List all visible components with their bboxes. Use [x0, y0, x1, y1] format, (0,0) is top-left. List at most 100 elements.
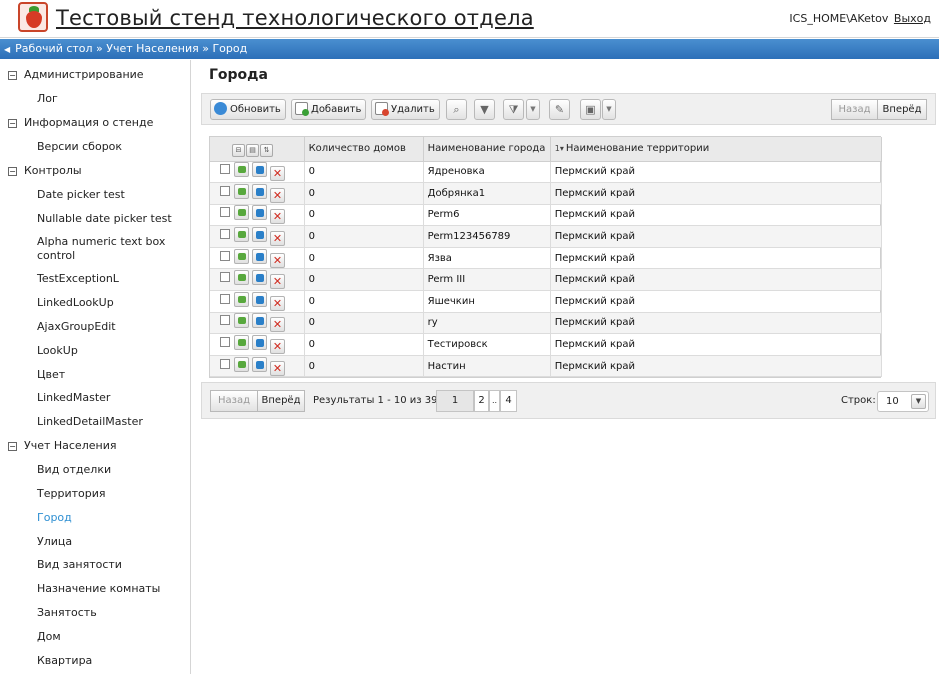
- sidebar-item-alpha-numeric-text-box[interactable]: Alpha numeric text box control: [37, 235, 185, 263]
- add-button[interactable]: Добавить: [291, 99, 367, 120]
- page-1-button[interactable]: 1: [436, 390, 474, 412]
- filter-settings-icon[interactable]: ⧩: [503, 99, 524, 120]
- row-checkbox[interactable]: [220, 164, 230, 175]
- edit-row-icon[interactable]: [234, 291, 249, 307]
- open-row-icon[interactable]: [252, 162, 267, 178]
- delete-row-icon[interactable]: ✕: [270, 339, 285, 355]
- column-header-city[interactable]: Наименование города: [423, 137, 551, 162]
- table-row[interactable]: ✕ 0 Perm III Пермский край: [210, 268, 883, 292]
- row-checkbox[interactable]: [220, 358, 230, 369]
- edit-row-icon[interactable]: [234, 335, 249, 351]
- table-row[interactable]: ✕ 0 Perm6 Пермский край: [210, 204, 883, 227]
- edit-row-icon[interactable]: [234, 313, 249, 329]
- delete-row-icon[interactable]: ✕: [270, 274, 285, 290]
- sidebar-group-population[interactable]: − Учет Населения: [8, 439, 116, 452]
- table-row[interactable]: ✕ 0 Язва Пермский край: [210, 247, 883, 270]
- open-row-icon[interactable]: [252, 356, 267, 372]
- select-all-icon[interactable]: ⊟: [232, 143, 245, 157]
- sidebar-item-lookup[interactable]: LookUp: [37, 344, 185, 358]
- row-checkbox[interactable]: [220, 315, 230, 326]
- delete-row-icon[interactable]: ✕: [270, 166, 285, 182]
- collapse-minus-icon[interactable]: −: [8, 119, 17, 128]
- sidebar-item-ajaxgroupedit[interactable]: AjaxGroupEdit: [37, 320, 185, 334]
- sidebar-item-log[interactable]: Лог: [37, 92, 185, 106]
- refresh-button[interactable]: Обновить: [210, 99, 286, 120]
- collapse-minus-icon[interactable]: −: [8, 167, 17, 176]
- export-dropdown-chevron-icon[interactable]: ▼: [602, 99, 616, 120]
- row-checkbox[interactable]: [220, 272, 230, 283]
- sidebar-item-house[interactable]: Дом: [37, 630, 185, 644]
- column-header-territory[interactable]: 1▾ Наименование территории: [550, 137, 883, 162]
- delete-row-icon[interactable]: ✕: [270, 187, 285, 203]
- delete-row-icon[interactable]: ✕: [270, 252, 285, 268]
- open-row-icon[interactable]: [252, 205, 267, 221]
- sidebar-group-controls[interactable]: − Контролы: [8, 164, 82, 177]
- sidebar-item-territory[interactable]: Территория: [37, 487, 185, 501]
- logout-link[interactable]: Выход: [894, 12, 931, 25]
- row-checkbox[interactable]: [220, 229, 230, 240]
- site-title[interactable]: Тестовый стенд технологического отдела: [56, 6, 534, 30]
- sidebar-item-build-versions[interactable]: Версии сборок: [37, 140, 185, 154]
- edit-row-icon[interactable]: [234, 270, 249, 286]
- open-row-icon[interactable]: [252, 291, 267, 307]
- page-2-button[interactable]: 2: [474, 390, 489, 412]
- sidebar-item-city[interactable]: Город: [37, 511, 185, 525]
- sidebar-group-admin[interactable]: − Администрирование: [8, 68, 144, 81]
- table-row[interactable]: ✕ 0 Добрянка1 Пермский край: [210, 182, 883, 205]
- table-row[interactable]: ✕ 0 Настин Пермский край: [210, 355, 883, 378]
- sidebar-item-linkedmaster[interactable]: LinkedMaster: [37, 391, 185, 405]
- collapse-minus-icon[interactable]: −: [8, 442, 17, 451]
- edit-row-icon[interactable]: [234, 356, 249, 372]
- export-icon[interactable]: ▣: [580, 99, 601, 120]
- sidebar-item-color[interactable]: Цвет: [37, 368, 185, 382]
- search-icon[interactable]: ⌕: [446, 99, 467, 120]
- open-row-icon[interactable]: [252, 183, 267, 199]
- filter-icon[interactable]: ▼: [474, 99, 495, 120]
- table-row[interactable]: ✕ 0 Perm123456789 Пермский край: [210, 225, 883, 248]
- delete-row-icon[interactable]: ✕: [270, 209, 285, 225]
- edit-row-icon[interactable]: [234, 162, 249, 178]
- sidebar-item-employment-type[interactable]: Вид занятости: [37, 558, 185, 572]
- row-checkbox[interactable]: [220, 293, 230, 304]
- table-row[interactable]: ✕ 0 Тестировск Пермский край: [210, 333, 883, 356]
- open-row-icon[interactable]: [252, 227, 267, 243]
- sidebar-group-info[interactable]: − Информация о стенде: [8, 116, 153, 129]
- filter-dropdown-chevron-icon[interactable]: ▼: [526, 99, 540, 120]
- sidebar-item-linkedlookup[interactable]: LinkedLookUp: [37, 296, 185, 310]
- row-checkbox[interactable]: [220, 337, 230, 348]
- open-row-icon[interactable]: [252, 248, 267, 264]
- toolbar-forward-button[interactable]: Вперёд: [877, 99, 927, 120]
- open-row-icon[interactable]: [252, 270, 267, 286]
- delete-row-icon[interactable]: ✕: [270, 317, 285, 333]
- open-row-icon[interactable]: [252, 335, 267, 351]
- table-row[interactable]: ✕ 0 Ядреновка Пермский край: [210, 161, 883, 184]
- sidebar-item-finish-type[interactable]: Вид отделки: [37, 463, 185, 477]
- delete-row-icon[interactable]: ✕: [270, 295, 285, 311]
- row-checkbox[interactable]: [220, 250, 230, 261]
- row-checkbox[interactable]: [220, 207, 230, 218]
- sidebar-item-apartment[interactable]: Квартира: [37, 654, 185, 668]
- edit-row-icon[interactable]: [234, 183, 249, 199]
- edit-row-icon[interactable]: [234, 227, 249, 243]
- sidebar-item-testexceptionl[interactable]: TestExceptionL: [37, 272, 185, 286]
- column-settings-icon[interactable]: ▤: [246, 143, 259, 157]
- open-row-icon[interactable]: [252, 313, 267, 329]
- table-row[interactable]: ✕ 0 Яшечкин Пермский край: [210, 290, 883, 313]
- collapse-arrow-icon[interactable]: ◀: [4, 45, 10, 54]
- sidebar-item-street[interactable]: Улица: [37, 535, 185, 549]
- pager-forward-button[interactable]: Вперёд: [257, 390, 305, 412]
- delete-row-icon[interactable]: ✕: [270, 360, 285, 376]
- collapse-minus-icon[interactable]: −: [8, 71, 17, 80]
- breadcrumb-text[interactable]: Рабочий стол » Учет Населения » Город: [15, 42, 247, 55]
- sidebar-item-room-purpose[interactable]: Назначение комнаты: [37, 582, 185, 596]
- edit-settings-icon[interactable]: ✎: [549, 99, 570, 120]
- sidebar-item-date-picker-test[interactable]: Date picker test: [37, 188, 185, 202]
- edit-row-icon[interactable]: [234, 205, 249, 221]
- rows-per-page-select[interactable]: 10 ▼: [877, 391, 929, 412]
- chevron-down-icon[interactable]: ▼: [911, 394, 926, 409]
- sidebar-item-nullable-date-picker-test[interactable]: Nullable date picker test: [37, 212, 185, 226]
- page-4-button[interactable]: 4: [500, 390, 517, 412]
- sidebar-item-employment[interactable]: Занятость: [37, 606, 185, 620]
- row-checkbox[interactable]: [220, 185, 230, 196]
- delete-button[interactable]: Удалить: [371, 99, 440, 120]
